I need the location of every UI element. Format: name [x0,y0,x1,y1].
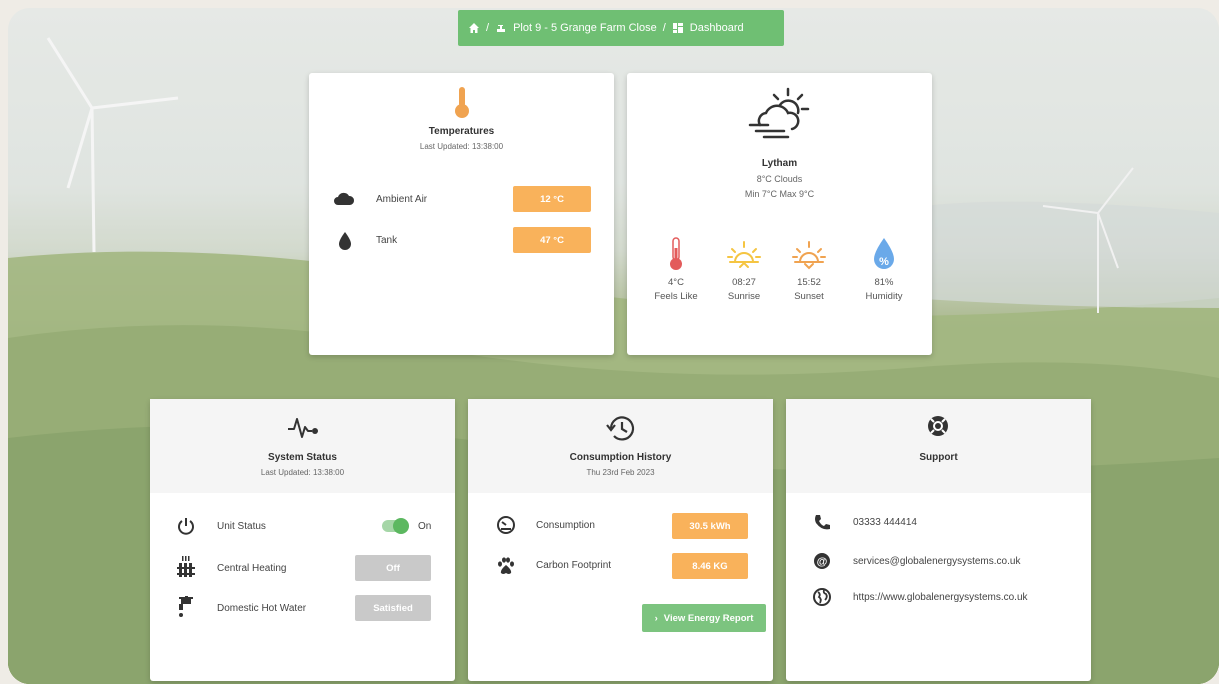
power-icon [178,518,194,535]
humidity-label: Humidity [865,291,903,302]
weather-feels-like: 4°C Feels Like [646,236,706,302]
weather-humidity: % 81% Humidity [854,236,914,302]
breadcrumb: / Plot 9 - 5 Grange Farm Close / Dashboa… [458,10,784,46]
domestic-hot-water-value: Satisfied [355,595,431,621]
view-energy-report-button[interactable]: › View Energy Report [642,604,766,632]
consumption-label: Consumption [536,520,595,531]
phone-icon [815,515,830,530]
tank-label: Tank [376,235,398,246]
sunrise-icon [727,241,761,268]
globe-icon [813,588,831,606]
ambient-air-label: Ambient Air [376,194,428,205]
support-phone[interactable]: 03333 444414 [853,517,917,528]
thermometer-icon [455,87,469,118]
weather-sunrise: 08:27 Sunrise [714,236,774,302]
tank-value: 47 °C [513,227,591,253]
ambient-air-value: 12 °C [513,186,591,212]
system-status-title: System Status [268,452,337,463]
feels-like-value: 4°C [668,277,684,288]
home-icon[interactable] [468,22,480,34]
central-heating-label: Central Heating [217,563,287,574]
support-website[interactable]: https://www.globalenergysystems.co.uk [853,592,1028,603]
cloudy-sun-icon [748,87,810,139]
weather-conditions: 8°C Clouds [756,174,803,184]
weather-sunset: 15:52 Sunset [779,236,839,302]
breadcrumb-plot-link[interactable]: Plot 9 - 5 Grange Farm Close [513,22,657,34]
dashboard-icon [672,23,683,33]
weather-min-max: Min 7°C Max 9°C [744,189,815,199]
view-energy-report-label: View Energy Report [663,612,754,624]
heartbeat-icon [288,418,318,438]
sunrise-label: Sunrise [727,291,761,302]
humidity-icon: % [874,238,894,269]
sunset-icon [792,241,826,270]
radiator-icon [177,556,195,577]
temperatures-card: Temperatures Last Updated: 13:38:00 Ambi… [309,73,614,355]
support-email[interactable]: services@globalenergysystems.co.uk [853,556,1020,567]
tap-icon [497,25,506,32]
paw-print-icon [498,557,514,574]
consumption-history-date: Thu 23rd Feb 2023 [586,468,655,477]
at-sign-icon: @ [814,553,830,569]
gauge-icon [497,516,515,534]
breadcrumb-separator: / [662,22,666,34]
domestic-hot-water-label: Domestic Hot Water [217,603,307,614]
sunset-label: Sunset [794,291,824,302]
breadcrumb-current-page: Dashboard [689,22,744,34]
unit-status-value: On [418,521,432,532]
system-status-card: System Status Last Updated: 13:38:00 Uni… [150,399,455,681]
temperatures-title: Temperatures [428,126,495,137]
consumption-history-title: Consumption History [569,452,672,463]
system-status-last-updated: Last Updated: 13:38:00 [260,468,345,477]
cloud-icon [334,192,355,205]
feels-like-label: Feels Like [654,291,698,302]
sunrise-value: 08:27 [732,277,756,288]
consumption-value: 30.5 kWh [672,513,748,539]
water-drop-icon [339,232,351,250]
central-heating-value: Off [355,555,431,581]
carbon-footprint-label: Carbon Footprint [536,560,612,571]
carbon-footprint-value: 8.46 KG [672,553,748,579]
svg-text:%: % [879,256,889,268]
history-icon [606,416,635,441]
faucet-icon [179,596,193,617]
sunset-value: 15:52 [797,277,821,288]
support-card: Support 03333 444414 @ services@globalen… [786,399,1091,681]
weather-location: Lytham [761,158,798,169]
support-title: Support [919,452,958,463]
chevron-right-icon: › [654,612,658,624]
lifebuoy-icon [928,416,948,436]
consumption-history-card: Consumption History Thu 23rd Feb 2023 Co… [468,399,773,681]
weather-card: Lytham 8°C Clouds Min 7°C Max 9°C 4°C Fe… [627,73,932,355]
breadcrumb-separator: / [486,22,490,34]
svg-text:@: @ [817,556,828,568]
unit-status-label: Unit Status [217,521,266,532]
unit-status-toggle[interactable] [382,518,409,534]
thermometer-icon [670,237,682,270]
humidity-value: 81% [874,277,894,288]
temperatures-last-updated: Last Updated: 13:38:00 [419,142,504,151]
